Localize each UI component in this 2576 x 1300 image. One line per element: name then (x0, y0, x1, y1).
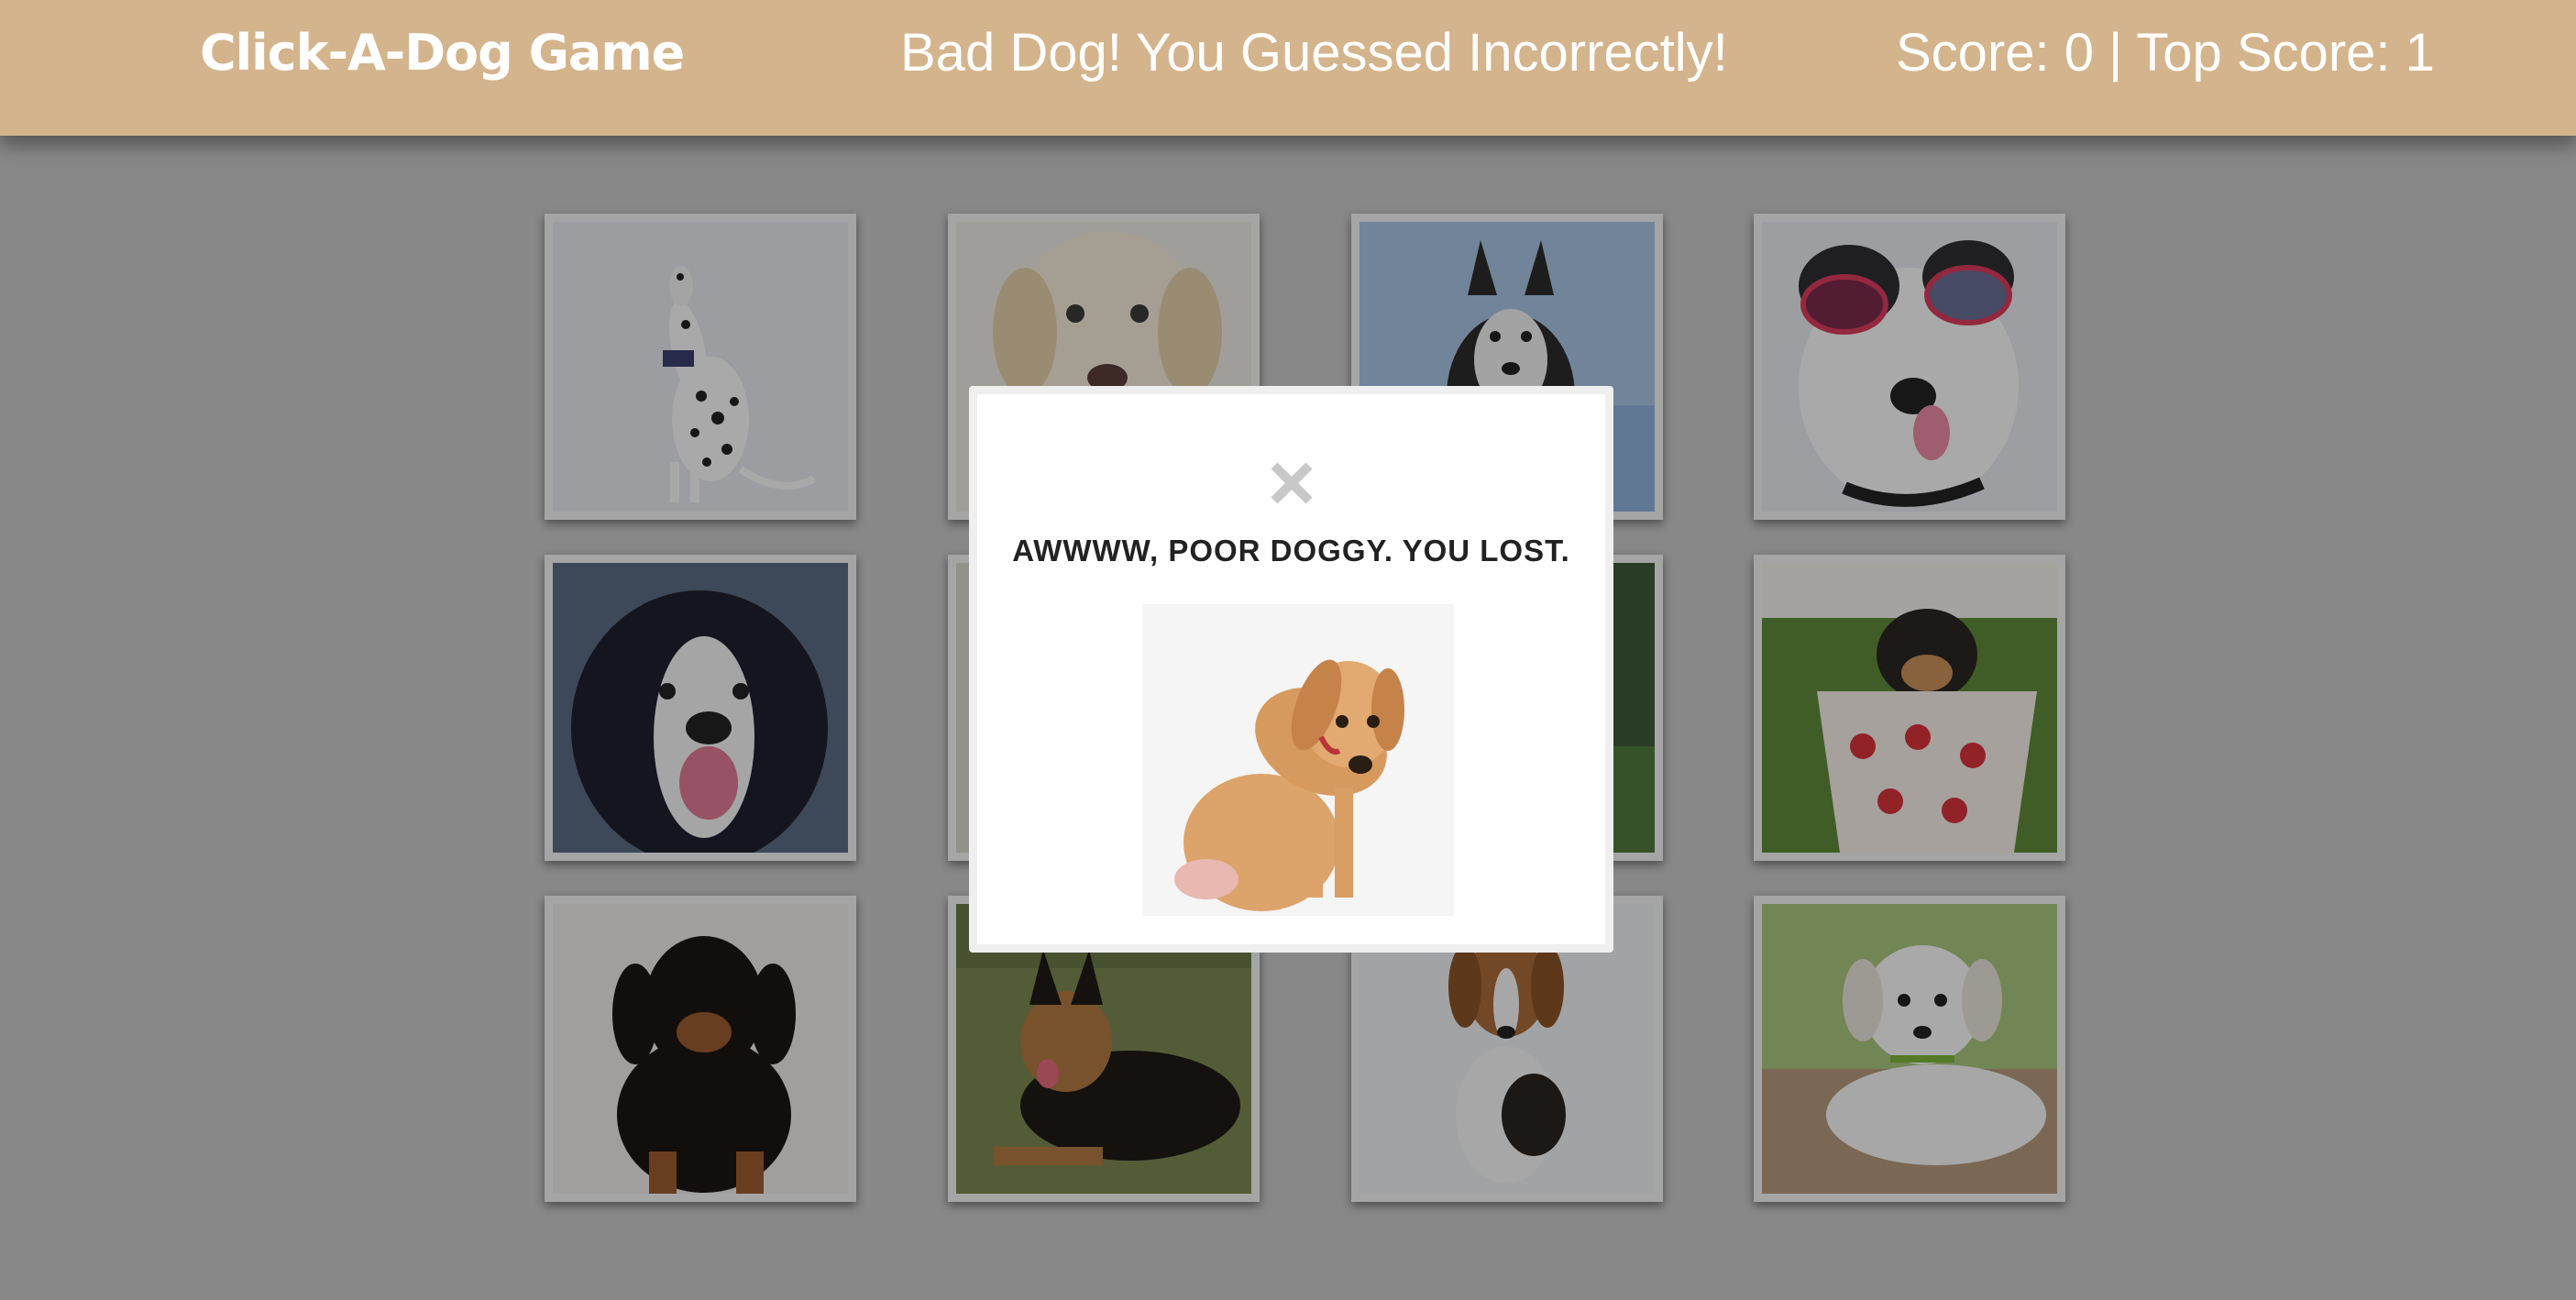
brand-title[interactable]: Click-A-Dog Game (200, 24, 685, 82)
score-display: Score: 0 | Top Score: 1 (1896, 23, 2435, 83)
status-message: Bad Dog! You Guessed Incorrectly! (900, 23, 1728, 83)
game-over-title: AWWWW, POOR DOGGY. YOU LOST. (1012, 534, 1570, 567)
navbar: Click-A-Dog Game Bad Dog! You Guessed In… (0, 0, 2576, 136)
close-icon[interactable] (1269, 460, 1315, 506)
game-over-modal: AWWWW, POOR DOGGY. YOU LOST. (969, 386, 1613, 953)
sad-dog-image (1142, 604, 1454, 916)
